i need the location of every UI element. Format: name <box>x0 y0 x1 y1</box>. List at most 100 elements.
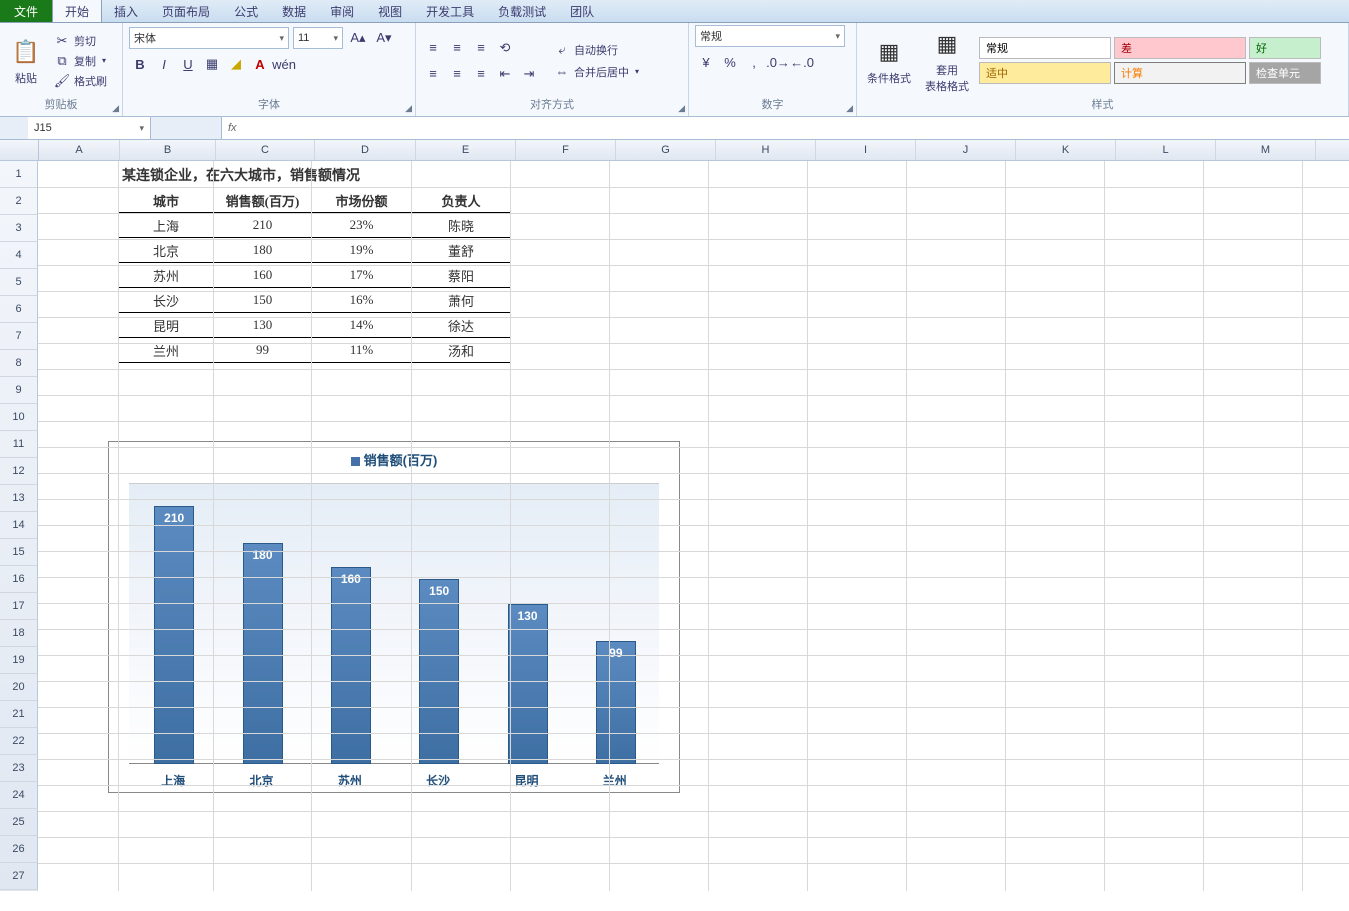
indent-inc-icon[interactable]: ⇥ <box>518 63 540 85</box>
comma-icon[interactable]: , <box>743 51 765 73</box>
row-header-22[interactable]: 22 <box>0 728 38 755</box>
row-header-1[interactable]: 1 <box>0 161 38 188</box>
row-header-23[interactable]: 23 <box>0 755 38 782</box>
row-header-14[interactable]: 14 <box>0 512 38 539</box>
name-box[interactable]: J15▾ <box>28 117 151 139</box>
col-header-E[interactable]: E <box>416 140 516 160</box>
align-launcher-icon[interactable]: ◢ <box>678 103 685 114</box>
row-header-4[interactable]: 4 <box>0 242 38 269</box>
percent-icon[interactable]: % <box>719 51 741 73</box>
style-neutral[interactable]: 适中 <box>979 62 1111 84</box>
row-header-3[interactable]: 3 <box>0 215 38 242</box>
number-format-select[interactable]: 常规▾ <box>695 25 845 47</box>
col-header-A[interactable]: A <box>39 140 120 160</box>
col-header-D[interactable]: D <box>315 140 416 160</box>
style-bad[interactable]: 差 <box>1114 37 1246 59</box>
tab-developer[interactable]: 开发工具 <box>414 0 486 22</box>
dec-decimal-icon[interactable]: ←.0 <box>791 51 813 73</box>
decrease-font-icon[interactable]: A▾ <box>373 27 395 49</box>
row-header-11[interactable]: 11 <box>0 431 38 458</box>
merge-center-button[interactable]: ⇔合并后居中▾ <box>550 63 643 81</box>
row-header-9[interactable]: 9 <box>0 377 38 404</box>
bold-icon[interactable]: B <box>129 53 151 75</box>
style-normal[interactable]: 常规 <box>979 37 1111 59</box>
row-header-26[interactable]: 26 <box>0 836 38 863</box>
indent-dec-icon[interactable]: ⇤ <box>494 63 516 85</box>
formula-input[interactable] <box>252 117 1349 139</box>
col-header-C[interactable]: C <box>216 140 315 160</box>
align-center-icon[interactable]: ≡ <box>446 63 468 85</box>
row-header-20[interactable]: 20 <box>0 674 38 701</box>
col-header-M[interactable]: M <box>1216 140 1316 160</box>
row-header-19[interactable]: 19 <box>0 647 38 674</box>
tab-loadtest[interactable]: 负载测试 <box>486 0 558 22</box>
tab-page-layout[interactable]: 页面布局 <box>150 0 222 22</box>
clipboard-launcher-icon[interactable]: ◢ <box>112 103 119 114</box>
row-header-10[interactable]: 10 <box>0 404 38 431</box>
tab-review[interactable]: 审阅 <box>318 0 366 22</box>
chart-bar[interactable]: 210 <box>154 506 194 764</box>
tab-data[interactable]: 数据 <box>270 0 318 22</box>
style-calc[interactable]: 计算 <box>1114 62 1246 84</box>
cut-button[interactable]: ✂剪切 <box>50 32 111 50</box>
format-painter-button[interactable]: 🖌格式刷 <box>50 72 111 90</box>
chart-object[interactable]: 销售额(百万) 21018016015013099 上海北京苏州长沙昆明兰州 <box>108 441 680 793</box>
col-header-H[interactable]: H <box>716 140 816 160</box>
font-name-select[interactable]: 宋体▾ <box>129 27 289 49</box>
align-right-icon[interactable]: ≡ <box>470 63 492 85</box>
font-launcher-icon[interactable]: ◢ <box>405 103 412 114</box>
tab-insert[interactable]: 插入 <box>102 0 150 22</box>
col-header-J[interactable]: J <box>916 140 1016 160</box>
tab-team[interactable]: 团队 <box>558 0 606 22</box>
row-header-25[interactable]: 25 <box>0 809 38 836</box>
align-middle-icon[interactable]: ≡ <box>446 37 468 59</box>
col-header-F[interactable]: F <box>516 140 616 160</box>
border-icon[interactable]: ▦ <box>201 53 223 75</box>
inc-decimal-icon[interactable]: .0→ <box>767 51 789 73</box>
align-top-icon[interactable]: ≡ <box>422 37 444 59</box>
col-header-K[interactable]: K <box>1016 140 1116 160</box>
increase-font-icon[interactable]: A▴ <box>347 27 369 49</box>
style-check[interactable]: 检查单元 <box>1249 62 1321 84</box>
phonetic-icon[interactable]: wén <box>273 53 295 75</box>
col-header-B[interactable]: B <box>120 140 216 160</box>
row-header-21[interactable]: 21 <box>0 701 38 728</box>
tab-view[interactable]: 视图 <box>366 0 414 22</box>
font-color-icon[interactable]: A <box>249 53 271 75</box>
row-header-27[interactable]: 27 <box>0 863 38 890</box>
italic-icon[interactable]: I <box>153 53 175 75</box>
align-bottom-icon[interactable]: ≡ <box>470 37 492 59</box>
row-header-8[interactable]: 8 <box>0 350 38 377</box>
currency-icon[interactable]: ¥ <box>695 51 717 73</box>
style-good[interactable]: 好 <box>1249 37 1321 59</box>
row-header-12[interactable]: 12 <box>0 458 38 485</box>
orientation-icon[interactable]: ⟲ <box>494 37 516 59</box>
chart-bar[interactable]: 150 <box>419 579 459 764</box>
tab-home[interactable]: 开始 <box>52 0 102 22</box>
conditional-format-button[interactable]: ▦条件格式 <box>863 34 915 88</box>
row-header-17[interactable]: 17 <box>0 593 38 620</box>
copy-button[interactable]: ⧉复制▾ <box>50 52 111 70</box>
row-header-24[interactable]: 24 <box>0 782 38 809</box>
fill-color-icon[interactable]: ◢ <box>225 53 247 75</box>
chart-bar[interactable]: 160 <box>331 567 371 764</box>
row-header-16[interactable]: 16 <box>0 566 38 593</box>
row-header-18[interactable]: 18 <box>0 620 38 647</box>
align-left-icon[interactable]: ≡ <box>422 63 444 85</box>
col-header-L[interactable]: L <box>1116 140 1216 160</box>
col-header-G[interactable]: G <box>616 140 716 160</box>
row-header-5[interactable]: 5 <box>0 269 38 296</box>
row-header-7[interactable]: 7 <box>0 323 38 350</box>
paste-button[interactable]: 📋 粘贴 <box>6 34 46 88</box>
row-header-15[interactable]: 15 <box>0 539 38 566</box>
wrap-text-button[interactable]: ⤶自动换行 <box>550 41 643 59</box>
row-header-13[interactable]: 13 <box>0 485 38 512</box>
underline-icon[interactable]: U <box>177 53 199 75</box>
fx-icon[interactable]: fx <box>222 122 252 134</box>
tab-formulas[interactable]: 公式 <box>222 0 270 22</box>
font-size-select[interactable]: 11▾ <box>293 27 343 49</box>
number-launcher-icon[interactable]: ◢ <box>846 103 853 114</box>
col-header-I[interactable]: I <box>816 140 916 160</box>
chart-bar[interactable]: 130 <box>508 604 548 764</box>
row-header-6[interactable]: 6 <box>0 296 38 323</box>
